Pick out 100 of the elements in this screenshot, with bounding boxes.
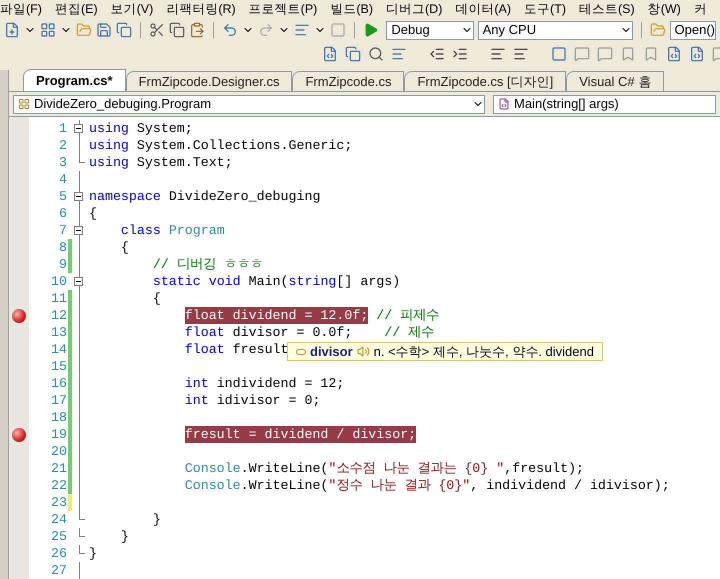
menu-item[interactable]: 빌드(B) <box>330 0 374 18</box>
menu-item[interactable]: 창(W) <box>648 0 681 18</box>
code-token: { <box>120 239 129 256</box>
tooltip-definition: n. <수학> 제수, 나눗수, 약수. dividend <box>374 342 594 361</box>
menu-item[interactable]: 편집(E) <box>54 0 98 18</box>
menu-item[interactable]: 커 <box>694 0 707 18</box>
menu-item[interactable]: 프로젝트(P) <box>248 0 318 18</box>
menu-item[interactable]: 디버그(D) <box>386 0 442 18</box>
code-token: int <box>184 375 209 392</box>
breakpoint-code: fresult = dividend / divisor; <box>184 426 416 443</box>
code-token: Console <box>184 477 241 494</box>
bookmark-icon[interactable] <box>620 46 636 62</box>
code-token: { <box>89 205 97 222</box>
line-number: 6 <box>58 205 67 222</box>
line-number: 4 <box>58 171 67 188</box>
line-number: 13 <box>50 324 67 341</box>
line-number: 18 <box>50 409 67 426</box>
code-token: { <box>152 290 161 307</box>
undo-icon[interactable] <box>222 22 238 38</box>
code-token: System.Text; <box>136 154 233 171</box>
platform-dropdown[interactable]: Any CPU <box>478 20 633 40</box>
bookmark-icon[interactable] <box>643 46 659 62</box>
line-number: 5 <box>58 188 67 205</box>
collapse-icon[interactable] <box>74 226 83 235</box>
indent-icon[interactable] <box>452 46 468 62</box>
line-number: 14 <box>50 341 67 358</box>
line-number: 11 <box>50 290 67 307</box>
line-number: 17 <box>50 392 67 409</box>
speech-icon[interactable] <box>597 46 613 62</box>
line-number: 3 <box>58 154 67 171</box>
code-token: float <box>184 341 225 358</box>
member-dropdown[interactable]: Main(string[] args) <box>493 94 716 114</box>
menu-item[interactable]: 파일(F) <box>0 0 42 18</box>
new-project-icon[interactable] <box>4 22 20 38</box>
line-number: 23 <box>50 494 67 511</box>
line-number: 2 <box>58 137 67 154</box>
line-number: 16 <box>50 375 67 392</box>
lines-icon[interactable] <box>513 46 529 62</box>
outdent-icon[interactable] <box>429 46 445 62</box>
speech-icon[interactable] <box>574 46 590 62</box>
file-tab[interactable]: Visual C# 홈 <box>566 71 664 91</box>
code-token: divisor = 0.0f; <box>232 324 352 341</box>
file-tab[interactable]: Program.cs* <box>23 69 126 91</box>
code-token: using <box>89 137 129 154</box>
menu-item[interactable]: 보기(V) <box>110 0 154 18</box>
code-token: Program <box>168 222 225 239</box>
code-token: idivisor = 0; <box>216 392 320 409</box>
start-icon[interactable] <box>362 22 378 38</box>
find-field[interactable]: Open() <box>670 20 716 40</box>
code-token: fresult <box>232 341 289 358</box>
paste-icon[interactable] <box>188 22 205 38</box>
code-token: System.Collections.Generic; <box>136 137 352 154</box>
code-token: individend = 12; <box>216 375 344 392</box>
line-number: 10 <box>50 273 67 290</box>
code-token: [] args) <box>336 273 400 290</box>
code-token: using <box>89 120 129 137</box>
line-number: 15 <box>50 358 67 375</box>
tooltip-word: divisor <box>310 342 353 361</box>
menu-item[interactable]: 도구(T) <box>524 0 566 18</box>
code-token: } <box>120 528 129 545</box>
document-icon[interactable] <box>322 46 338 62</box>
code-token: "소수점 나눈 결과는 {0} " <box>328 460 504 477</box>
type-dropdown[interactable]: DivideZero_debuging.Program <box>13 94 485 114</box>
code-token: using <box>89 154 129 171</box>
file-tab[interactable]: FrmZipcode.Designer.cs <box>126 71 292 91</box>
square-icon[interactable] <box>551 46 567 62</box>
code-token: ,fresult); <box>504 460 584 477</box>
save-icon[interactable] <box>96 22 112 38</box>
collapse-icon[interactable] <box>74 277 83 286</box>
copy-icon[interactable] <box>168 22 185 38</box>
magnifier-icon[interactable] <box>368 46 384 62</box>
document-icon[interactable] <box>689 46 705 62</box>
collapse-icon[interactable] <box>74 192 83 201</box>
configuration-dropdown[interactable]: Debug <box>386 20 474 40</box>
line-number: 22 <box>50 477 67 494</box>
code-token: int <box>184 392 209 409</box>
speaker-icon[interactable] <box>356 345 370 358</box>
cut-icon[interactable] <box>148 22 165 38</box>
line-number: 20 <box>50 443 67 460</box>
code-token: namespace <box>89 188 161 205</box>
file-tab[interactable]: FrmZipcode.cs <box>292 71 404 91</box>
code-token: "정수 나눈 결과 {0}" <box>328 477 470 494</box>
menu-item[interactable]: 데이터(A) <box>455 0 512 18</box>
lines-icon[interactable] <box>490 46 506 62</box>
menu-item[interactable]: 테스트(S) <box>579 0 635 18</box>
menu-item[interactable]: 리팩터링(R) <box>166 0 236 18</box>
line-number: 7 <box>58 222 67 239</box>
code-token: Console <box>184 460 241 477</box>
code-token: // 디버깅 ㅎㅎㅎ <box>152 256 263 273</box>
line-number: 24 <box>50 511 67 528</box>
document-icon[interactable] <box>666 46 682 62</box>
line-number: 25 <box>50 528 67 545</box>
code-token: Main( <box>248 273 289 290</box>
pages-icon[interactable] <box>345 46 361 62</box>
file-tab[interactable]: FrmZipcode.cs [디자인] <box>404 71 566 91</box>
code-token: void <box>208 273 241 290</box>
dash-icon <box>296 348 306 354</box>
collapse-icon[interactable] <box>74 124 83 133</box>
line-number: 12 <box>50 307 67 324</box>
code-token: } <box>89 545 97 562</box>
